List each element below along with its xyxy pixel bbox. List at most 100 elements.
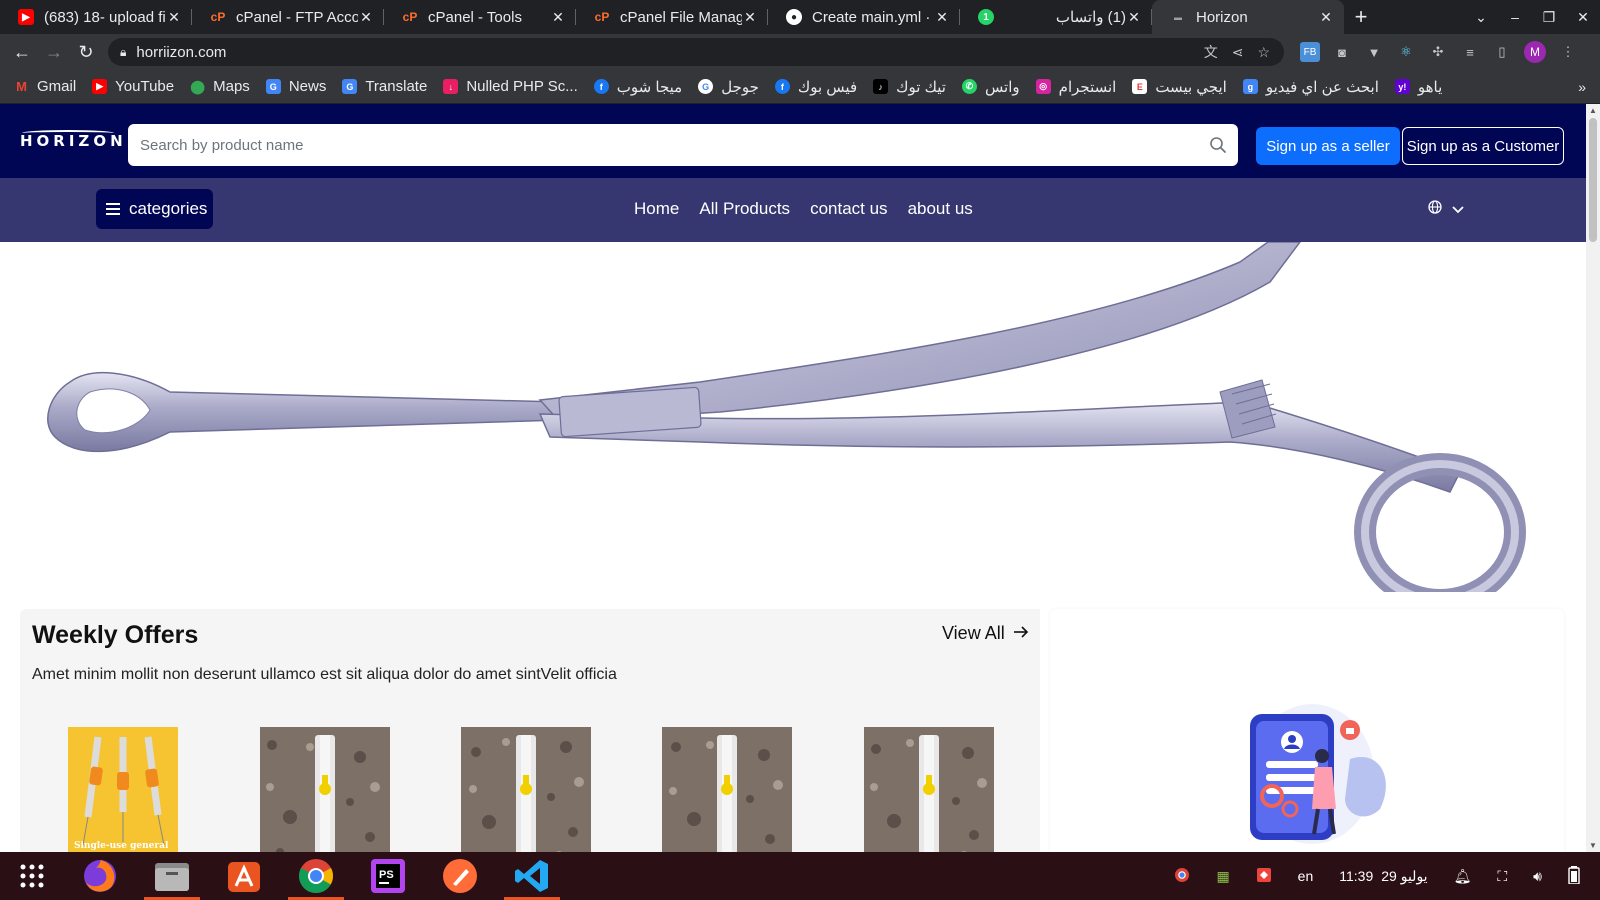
share-icon[interactable]: ⋖ (1232, 44, 1244, 61)
tray-app-icon[interactable]: ▦ (1216, 868, 1229, 885)
page-scrollbar[interactable]: ▲ ▼ (1586, 104, 1600, 852)
files-icon[interactable] (144, 856, 200, 900)
volume-icon[interactable]: 🔊︎ (1533, 868, 1542, 885)
site-logo[interactable]: HORIZON (20, 132, 127, 150)
close-tab-icon[interactable]: ✕ (934, 9, 950, 26)
browser-tab[interactable]: cP cPanel File Manage ✕ (576, 0, 768, 34)
profile-avatar[interactable]: M (1524, 41, 1546, 63)
bookmark-item[interactable]: G Translate (342, 78, 427, 95)
close-tab-icon[interactable]: ✕ (1318, 9, 1334, 26)
reload-icon[interactable]: ↻ (70, 38, 102, 66)
customer-signup-button[interactable]: Sign up as a Customer (1402, 127, 1564, 165)
network-icon[interactable]: ⛶ (1497, 868, 1507, 885)
close-tab-icon[interactable]: ✕ (166, 9, 182, 26)
gmail-icon: M (16, 79, 27, 94)
bookmark-label: تيك توك (896, 78, 946, 96)
bookmark-item[interactable]: M Gmail (14, 78, 76, 95)
website-viewport: HORIZON Sign up as a seller Sign up as a… (0, 104, 1586, 852)
new-tab-button[interactable]: + (1344, 0, 1378, 34)
bookmark-label: ابحث عن اي فيديو (1265, 78, 1379, 96)
window-controls: ⌄ – ❐ ✕ (1464, 0, 1600, 34)
bookmark-item[interactable]: ◎ انستجرام (1035, 78, 1116, 96)
close-tab-icon[interactable]: ✕ (1126, 9, 1142, 26)
nav-contact-us[interactable]: contact us (810, 199, 888, 219)
extension-icon[interactable]: FB (1300, 42, 1320, 62)
battery-icon[interactable] (1568, 865, 1580, 887)
vue-devtools-icon[interactable]: ▼ (1364, 42, 1384, 62)
camera-icon[interactable]: ◙ (1332, 42, 1352, 62)
product-card[interactable] (260, 727, 390, 852)
nav-all-products[interactable]: All Products (699, 199, 790, 219)
lock-icon[interactable]: 🔒︎ (120, 45, 126, 60)
search-icon[interactable] (1198, 136, 1238, 154)
chevron-down-icon (1452, 201, 1464, 217)
chrome-icon[interactable] (288, 856, 344, 900)
app-store-icon[interactable] (224, 856, 264, 896)
address-bar[interactable]: 🔒︎ horriizon.com 文 ⋖ ☆ (108, 38, 1284, 66)
view-all-link[interactable]: View All (942, 623, 1029, 644)
app-grid-icon[interactable] (12, 856, 52, 896)
browser-tab[interactable]: cP cPanel - FTP Accoun ✕ (192, 0, 384, 34)
tab-search-icon[interactable]: ⌄ (1464, 9, 1498, 26)
bookmark-item[interactable]: E ايجي بيست (1132, 78, 1227, 96)
translate-icon[interactable]: 文 (1204, 42, 1218, 62)
nav-home[interactable]: Home (634, 199, 679, 219)
postman-icon[interactable] (440, 856, 480, 896)
scroll-up-icon[interactable]: ▲ (1588, 106, 1598, 115)
chrome-tray-icon[interactable] (1174, 867, 1190, 886)
extensions-puzzle-icon[interactable]: ✣ (1428, 42, 1448, 62)
close-tab-icon[interactable]: ✕ (550, 9, 566, 26)
view-all-label: View All (942, 623, 1005, 643)
maximize-icon[interactable]: ❐ (1532, 9, 1566, 26)
product-card[interactable] (864, 727, 994, 852)
vscode-icon[interactable] (504, 856, 560, 900)
bookmark-item[interactable]: G News (265, 78, 326, 95)
notification-bell-icon[interactable]: 🔔︎ (1454, 868, 1472, 885)
phpstorm-icon[interactable]: PS (368, 856, 408, 896)
bookmark-item[interactable]: f ميجا شوب (593, 78, 682, 96)
firefox-icon[interactable] (80, 856, 120, 896)
bookmark-item[interactable]: ▶ YouTube (92, 78, 174, 95)
browser-tab[interactable]: ● Create main.yml · m ✕ (768, 0, 960, 34)
close-window-icon[interactable]: ✕ (1566, 9, 1600, 26)
language-dropdown[interactable] (1428, 200, 1464, 217)
product-card[interactable]: Single-use general (68, 727, 178, 852)
browser-tab[interactable]: ▶ (683) 18- upload file ✕ (0, 0, 192, 34)
clock[interactable]: 11:39 29 يوليو (1339, 868, 1427, 885)
categories-button[interactable]: categories (96, 189, 213, 229)
forward-icon[interactable]: → (38, 38, 70, 66)
browser-tab-active[interactable]: ▬ Horizon ✕ (1152, 0, 1344, 34)
youtube-icon: ▶ (92, 79, 108, 94)
react-devtools-icon[interactable]: ⚛ (1396, 42, 1416, 62)
back-icon[interactable]: ← (6, 38, 38, 66)
menu-kebab-icon[interactable]: ⋮ (1558, 42, 1578, 62)
product-card[interactable] (662, 727, 792, 852)
side-panel-icon[interactable]: ▯ (1492, 42, 1512, 62)
bookmark-item[interactable]: ♪ تيك توك (873, 78, 946, 96)
seller-signup-button[interactable]: Sign up as a seller (1256, 127, 1400, 165)
bookmark-item[interactable]: ⬤ Maps (190, 78, 249, 95)
bookmark-item[interactable]: ✆ واتس (961, 78, 1020, 96)
more-bookmarks-icon[interactable]: » (1578, 79, 1586, 95)
nav-about-us[interactable]: about us (908, 199, 973, 219)
github-icon: ● (786, 9, 802, 25)
close-tab-icon[interactable]: ✕ (742, 9, 758, 26)
anydesk-tray-icon[interactable] (1256, 867, 1272, 886)
bookmark-item[interactable]: g ابحث عن اي فيديو (1242, 78, 1379, 96)
bookmark-label: جوجل (721, 78, 759, 96)
bookmark-item[interactable]: G جوجل (698, 78, 759, 96)
keyboard-language[interactable]: en (1298, 868, 1314, 884)
minimize-icon[interactable]: – (1498, 9, 1532, 25)
bookmark-star-icon[interactable]: ☆ (1257, 44, 1270, 61)
bookmark-item[interactable]: ↓ Nulled PHP Sc... (443, 78, 578, 95)
product-card[interactable] (461, 727, 591, 852)
bookmark-item[interactable]: y! ياهو (1394, 78, 1442, 96)
bookmark-item[interactable]: f فيس بوك (774, 78, 857, 96)
browser-tab[interactable]: 1 (1) واتساب ✕ (960, 0, 1152, 34)
browser-tab[interactable]: cP cPanel - Tools ✕ (384, 0, 576, 34)
scrollbar-thumb[interactable] (1589, 118, 1597, 242)
reading-list-icon[interactable]: ≡ (1460, 42, 1480, 62)
close-tab-icon[interactable]: ✕ (358, 9, 374, 26)
search-input[interactable] (140, 136, 1198, 154)
scroll-down-icon[interactable]: ▼ (1588, 841, 1598, 850)
